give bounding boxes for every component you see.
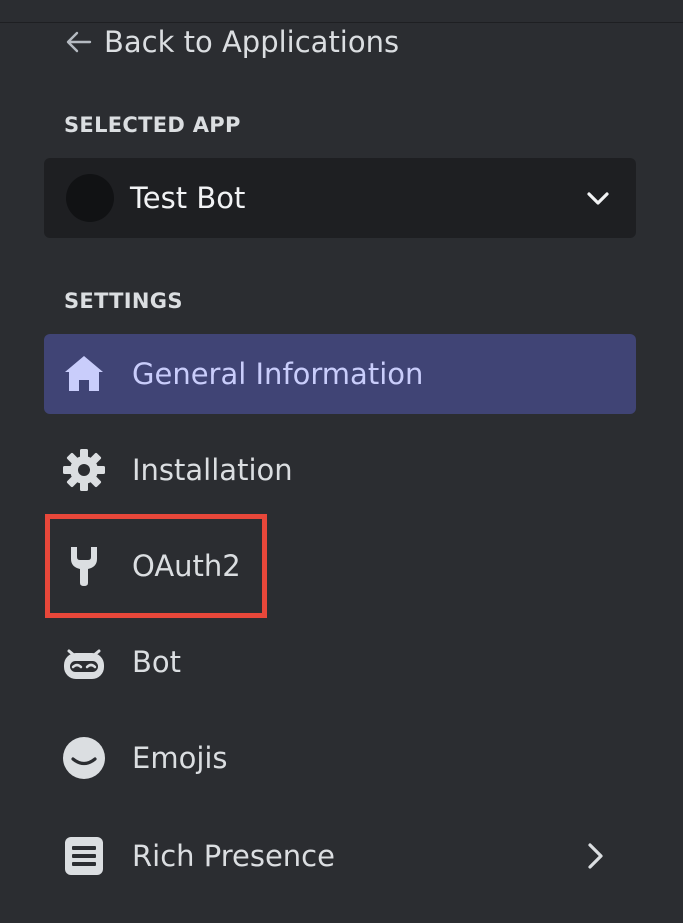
gear-icon bbox=[61, 447, 107, 493]
app-avatar bbox=[66, 174, 114, 222]
home-icon bbox=[61, 351, 107, 397]
nav-item-general-information[interactable]: General Information bbox=[44, 334, 636, 414]
chevron-down-icon bbox=[584, 184, 612, 212]
wrench-icon bbox=[61, 543, 107, 589]
nav-item-bot[interactable]: Bot bbox=[44, 622, 636, 702]
nav-item-rich-presence[interactable]: Rich Presence bbox=[44, 816, 636, 896]
nav-item-label: Bot bbox=[132, 645, 182, 679]
chevron-right-icon bbox=[580, 841, 610, 871]
nav-item-label: Rich Presence bbox=[132, 839, 335, 873]
arrow-left-icon bbox=[64, 27, 94, 57]
nav-item-label: OAuth2 bbox=[132, 549, 241, 583]
robot-icon bbox=[61, 639, 107, 685]
back-to-applications-link[interactable]: Back to Applications bbox=[64, 24, 399, 60]
nav-item-installation[interactable]: Installation bbox=[44, 430, 636, 510]
selected-app-heading: SELECTED APP bbox=[64, 113, 241, 137]
app-name: Test Bot bbox=[130, 181, 246, 215]
nav-item-emojis[interactable]: Emojis bbox=[44, 718, 636, 798]
app-selector-dropdown[interactable]: Test Bot bbox=[44, 158, 636, 238]
window-top-edge bbox=[0, 0, 683, 23]
nav-item-label: Emojis bbox=[132, 741, 228, 775]
smiley-icon bbox=[61, 735, 107, 781]
settings-heading: SETTINGS bbox=[64, 289, 183, 313]
nav-item-oauth2[interactable]: OAuth2 bbox=[44, 526, 636, 606]
nav-item-label: General Information bbox=[132, 357, 424, 391]
document-icon bbox=[61, 833, 107, 879]
nav-item-label: Installation bbox=[132, 453, 293, 487]
back-link-label: Back to Applications bbox=[104, 25, 400, 59]
